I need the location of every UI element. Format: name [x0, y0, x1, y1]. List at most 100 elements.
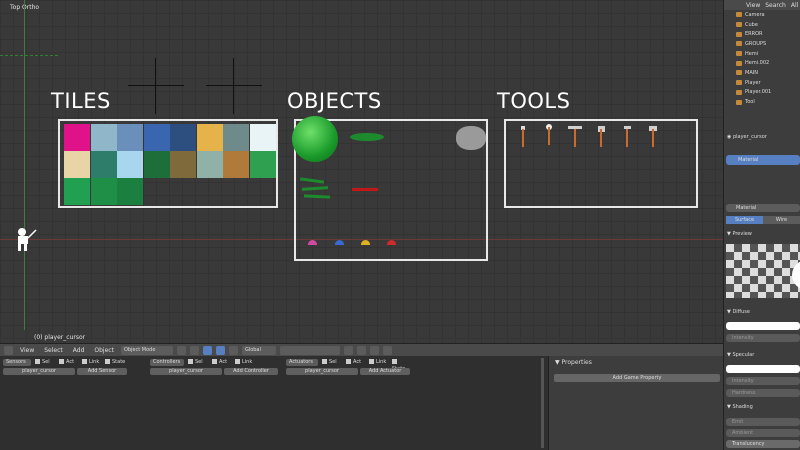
- add-controller-button[interactable]: Add Controller: [224, 368, 278, 375]
- tile-swatch[interactable]: [249, 151, 276, 178]
- red-bar-object[interactable]: [352, 188, 378, 191]
- specular-intensity[interactable]: Intensity: [726, 377, 800, 385]
- outliner-item[interactable]: MAIN: [724, 68, 800, 78]
- specular-hardness[interactable]: Hardness: [726, 389, 800, 397]
- manipulator-icon[interactable]: [202, 345, 212, 355]
- actuators-select[interactable]: Actuators: [286, 359, 318, 366]
- sensors-sel-checkbox[interactable]: Sel: [35, 359, 50, 366]
- outliner-item[interactable]: Hemi.002: [724, 58, 800, 68]
- tree-object[interactable]: [292, 116, 338, 162]
- sensors-state-checkbox[interactable]: State: [105, 359, 125, 366]
- empty-object-crosshair[interactable]: [206, 58, 262, 114]
- tile-swatch[interactable]: [249, 124, 276, 151]
- tile-swatch[interactable]: [170, 151, 196, 178]
- add-actuator-button[interactable]: Add Actuator: [360, 368, 410, 375]
- pivot-point-icon[interactable]: [189, 345, 199, 355]
- outliner-item[interactable]: Player: [724, 78, 800, 88]
- tools-frame[interactable]: [504, 119, 698, 208]
- controllers-sel-checkbox[interactable]: Sel: [188, 359, 203, 366]
- menu-add[interactable]: Add: [70, 347, 88, 354]
- controllers-act-checkbox[interactable]: Act: [212, 359, 227, 366]
- controllers-object[interactable]: player_cursor: [150, 368, 222, 375]
- tile-swatch[interactable]: [90, 124, 117, 151]
- rock-object[interactable]: [456, 126, 486, 150]
- tile-swatch[interactable]: [196, 124, 223, 151]
- ambient-field[interactable]: Ambient: [726, 429, 800, 437]
- outliner-item[interactable]: Player.001: [724, 88, 800, 98]
- add-sensor-button[interactable]: Add Sensor: [77, 368, 127, 375]
- pickaxe-icon[interactable]: [568, 125, 582, 147]
- objects-frame[interactable]: [292, 116, 488, 261]
- tiles-frame[interactable]: [58, 119, 278, 208]
- add-game-property-button[interactable]: Add Game Property: [554, 374, 720, 382]
- actuators-object[interactable]: player_cursor: [286, 368, 358, 375]
- render-icon[interactable]: [382, 345, 392, 355]
- outliner-item[interactable]: Cube: [724, 20, 800, 30]
- hammer-icon[interactable]: [648, 125, 658, 147]
- viewport-shading-icon[interactable]: [176, 345, 186, 355]
- outliner-view-menu[interactable]: View: [746, 2, 760, 9]
- actuators-act-checkbox[interactable]: Act: [346, 359, 361, 366]
- menu-view[interactable]: View: [17, 347, 37, 354]
- hoe-icon[interactable]: [622, 125, 632, 147]
- sensors-object[interactable]: player_cursor: [3, 368, 75, 375]
- tab-surface[interactable]: Surface: [726, 216, 763, 224]
- menu-object[interactable]: Object: [91, 347, 117, 354]
- outliner-item[interactable]: GROUPS: [724, 39, 800, 49]
- snap-icon[interactable]: [356, 345, 366, 355]
- 3d-viewport[interactable]: Top Ortho TILES OBJECTS TOOLS (0) player…: [0, 0, 723, 343]
- tab-wire[interactable]: Wire: [763, 216, 800, 224]
- outliner-item[interactable]: Camera: [724, 10, 800, 20]
- controllers-select[interactable]: Controllers: [150, 359, 184, 366]
- tile-swatch[interactable]: [117, 151, 143, 178]
- snap-target-icon[interactable]: [369, 345, 379, 355]
- editor-type-icon[interactable]: [4, 345, 13, 355]
- rotate-icon[interactable]: [228, 345, 238, 355]
- empty-object-crosshair[interactable]: [128, 58, 184, 114]
- orientation-select[interactable]: Global: [241, 345, 276, 355]
- actuators-sel-checkbox[interactable]: Sel: [322, 359, 337, 366]
- sensors-act-checkbox[interactable]: Act: [59, 359, 74, 366]
- tile-swatch[interactable]: [170, 124, 196, 151]
- layers-grid[interactable]: [279, 345, 340, 355]
- player-cursor-object[interactable]: [14, 226, 38, 252]
- menu-select[interactable]: Select: [41, 347, 66, 354]
- logic-scrollbar[interactable]: [541, 358, 544, 448]
- sensors-link-checkbox[interactable]: Link: [82, 359, 99, 366]
- axe-icon[interactable]: [596, 125, 606, 147]
- blue-mound-object[interactable]: [335, 240, 344, 245]
- mode-select[interactable]: Object Mode: [120, 345, 173, 355]
- specular-color[interactable]: [726, 365, 800, 373]
- diffuse-color[interactable]: [726, 322, 800, 330]
- tile-swatch[interactable]: [64, 178, 90, 205]
- yellow-mound-object[interactable]: [361, 240, 370, 245]
- outliner-search-menu[interactable]: Search: [765, 2, 786, 9]
- controllers-link-checkbox[interactable]: Link: [235, 359, 252, 366]
- tile-swatch[interactable]: [64, 124, 90, 151]
- tile-swatch[interactable]: [143, 151, 170, 178]
- lock-icon[interactable]: [343, 345, 353, 355]
- tile-swatch[interactable]: [117, 124, 143, 151]
- tile-swatch[interactable]: [117, 178, 143, 205]
- outliner-filter-menu[interactable]: All: [791, 2, 798, 9]
- outliner-item[interactable]: ERROR: [724, 29, 800, 39]
- pink-mound-object[interactable]: [308, 240, 317, 245]
- translucency-field[interactable]: Translucency: [726, 440, 800, 448]
- tile-swatch[interactable]: [223, 124, 249, 151]
- material-name-field[interactable]: Material: [726, 204, 800, 212]
- outliner-item[interactable]: Tool: [724, 97, 800, 107]
- material-slot[interactable]: Material: [726, 155, 800, 165]
- bush-object[interactable]: [350, 133, 384, 141]
- tile-swatch[interactable]: [64, 151, 90, 178]
- tile-swatch[interactable]: [90, 151, 117, 178]
- red-mound-object[interactable]: [387, 240, 396, 245]
- translate-icon[interactable]: [215, 345, 225, 355]
- tile-swatch[interactable]: [90, 178, 117, 205]
- outliner-item[interactable]: Hemi: [724, 49, 800, 59]
- tile-swatch[interactable]: [223, 151, 249, 178]
- shovel-icon[interactable]: [544, 123, 554, 145]
- diffuse-intensity[interactable]: Intensity: [726, 334, 800, 342]
- tile-swatch[interactable]: [143, 124, 170, 151]
- tile-swatch[interactable]: [196, 151, 223, 178]
- emit-field[interactable]: Emit: [726, 418, 800, 426]
